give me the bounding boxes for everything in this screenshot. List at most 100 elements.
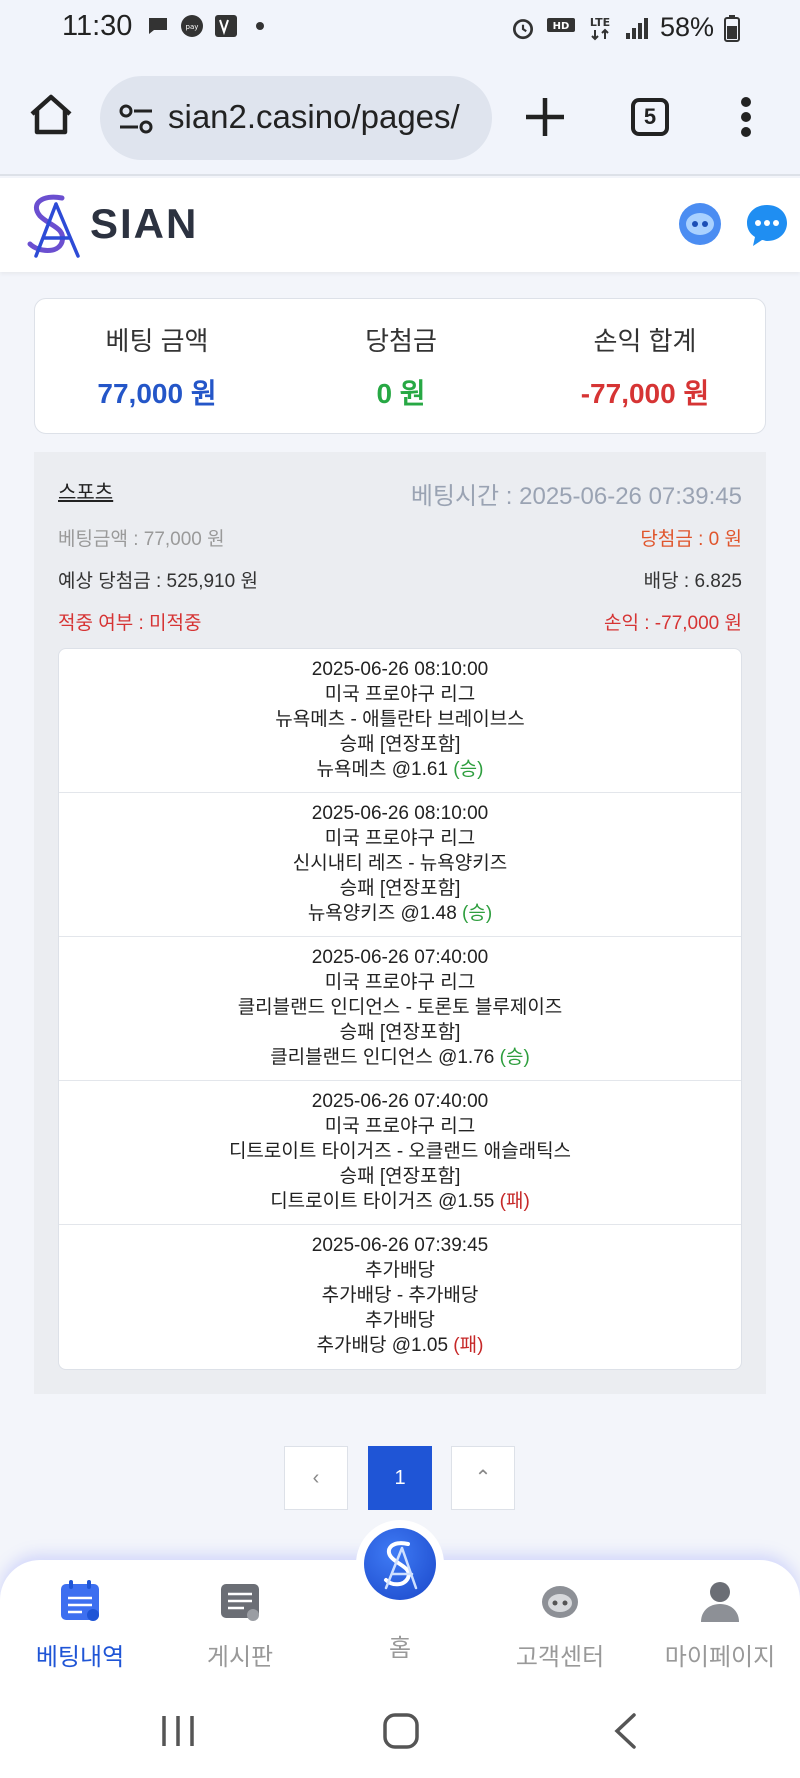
battery-percent: 58% (659, 12, 714, 42)
game-league: 추가배당 (365, 1260, 435, 1281)
bet-time: 베팅시간 : 2025-06-26 07:39:45 (410, 483, 742, 510)
game-league: 미국 프로야구 리그 (324, 828, 476, 849)
game-market: 승패 [연장포함] (339, 734, 461, 755)
summary-win-label: 당첨금 (365, 326, 437, 356)
game-pick: 뉴욕메츠 @1.61 (316, 759, 454, 780)
game-match: 신시내티 레즈 - 뉴욕양키즈 (292, 853, 508, 874)
system-home-icon[interactable] (382, 1712, 420, 1750)
bet-amount-row: 베팅금액 : 77,000 원 당첨금 : 0 원 (58, 524, 742, 550)
recent-apps-icon[interactable] (158, 1714, 198, 1748)
summary-bet-value: 77,000 원 (97, 378, 217, 409)
game-pick-line: 클리블랜드 인디언스 @1.76 (승) (59, 1045, 741, 1070)
bet-odds: 배당 : 6.825 (643, 571, 742, 592)
bet-header-row: 스포츠 베팅시간 : 2025-06-26 07:39:45 (58, 476, 742, 510)
tab-switcher-button[interactable]: 5 (631, 98, 669, 136)
bet-profit-loss: 손익 : -77,000 원 (604, 613, 742, 634)
system-navigation-bar (0, 1684, 800, 1778)
pay-icon: pay (181, 15, 203, 37)
calendar-icon (61, 1580, 99, 1621)
lte-icon: LTE (590, 16, 610, 40)
nav-bet-history[interactable]: 베팅내역 (20, 1578, 140, 1672)
game-item: 2025-06-26 07:40:00 미국 프로야구 리그 클리블랜드 인디언… (59, 937, 741, 1081)
pagination-prev-button[interactable]: ‹ (284, 1446, 348, 1510)
game-list: 2025-06-26 08:10:00 미국 프로야구 리그 뉴욕메츠 - 애틀… (58, 648, 742, 1370)
nav-customer-center[interactable]: 고객센터 (500, 1578, 620, 1672)
game-pick: 뉴욕양키즈 @1.48 (307, 903, 463, 924)
game-pick: 클리블랜드 인디언스 @1.76 (270, 1047, 500, 1068)
message-icon (149, 18, 167, 34)
nav-mypage-label: 마이페이지 (664, 1644, 776, 1671)
status-system-icons: HD LTE 58% (510, 12, 740, 43)
brand-name[interactable]: SIAN (90, 200, 198, 248)
bet-amount: 베팅금액 : 77,000 원 (58, 529, 225, 550)
bet-category[interactable]: 스포츠 (58, 476, 113, 505)
bet-hit-status: 적중 여부 : 미적중 (58, 613, 202, 634)
support-bot-icon (542, 1586, 578, 1618)
browser-toolbar: sian2.casino/pages/ 5 (0, 58, 800, 176)
summary-pl-value: -77,000 원 (580, 378, 710, 409)
game-result: (패) (499, 1191, 530, 1212)
nav-home[interactable]: 홈 (340, 1620, 460, 1663)
back-icon[interactable] (612, 1712, 638, 1750)
summary-profit-loss: 손익 합계 -77,000 원 (523, 321, 767, 412)
game-league: 미국 프로야구 리그 (324, 972, 476, 993)
game-match: 클리블랜드 인디언스 - 토론토 블루제이즈 (237, 997, 563, 1018)
game-item: 2025-06-26 08:10:00 미국 프로야구 리그 신시내티 레즈 -… (59, 793, 741, 937)
svg-text:HD: HD (553, 21, 570, 32)
summary-pl-label: 손익 합계 (593, 326, 697, 356)
sian-home-icon (384, 1541, 418, 1590)
game-market: 승패 [연장포함] (339, 1166, 461, 1187)
bet-win-amount: 당첨금 : 0 원 (640, 529, 742, 550)
battery-icon (724, 14, 740, 42)
alarm-icon (512, 18, 533, 39)
app-notification-icon (215, 15, 237, 37)
home-fab-button[interactable] (356, 1520, 444, 1608)
home-icon[interactable] (26, 90, 76, 140)
nav-board[interactable]: 게시판 (180, 1578, 300, 1672)
site-settings-icon[interactable] (118, 102, 154, 136)
nav-home-label: 홈 (388, 1635, 412, 1662)
game-item: 2025-06-26 07:39:45 추가배당 추가배당 - 추가배당 추가배… (59, 1225, 741, 1369)
game-pick-line: 뉴욕양키즈 @1.48 (승) (59, 901, 741, 926)
bet-expected-row: 예상 당첨금 : 525,910 원 배당 : 6.825 (58, 566, 742, 592)
summary-winnings: 당첨금 0 원 (279, 321, 523, 412)
game-match: 추가배당 - 추가배당 (321, 1285, 479, 1306)
game-result: (승) (462, 903, 493, 924)
game-market: 승패 [연장포함] (339, 878, 461, 899)
nav-mypage[interactable]: 마이페이지 (660, 1578, 780, 1672)
chatbot-icon[interactable] (676, 200, 724, 248)
game-time: 2025-06-26 08:10:00 (311, 803, 489, 824)
pagination-page-1[interactable]: 1 (368, 1446, 432, 1510)
site-header: SIAN (0, 178, 800, 272)
game-pick-line: 추가배당 @1.05 (패) (59, 1333, 741, 1358)
dot-icon (256, 22, 264, 30)
svg-text:LTE: LTE (590, 16, 610, 29)
game-time: 2025-06-26 07:40:00 (311, 947, 489, 968)
status-bar: 11:30 pay HD LTE 58% (0, 0, 800, 58)
game-market: 승패 [연장포함] (339, 1022, 461, 1043)
user-icon (701, 1582, 739, 1622)
new-tab-icon[interactable] (522, 94, 568, 140)
url-text[interactable]: sian2.casino/pages/ (168, 98, 460, 136)
game-time: 2025-06-26 08:10:00 (311, 659, 489, 680)
game-item: 2025-06-26 07:40:00 미국 프로야구 리그 디트로이트 타이거… (59, 1081, 741, 1225)
game-result: (패) (453, 1335, 484, 1356)
bet-expected-win: 예상 당첨금 : 525,910 원 (58, 571, 258, 592)
signal-icon (625, 17, 648, 39)
address-bar[interactable]: sian2.casino/pages/ (100, 76, 492, 160)
scroll-top-button[interactable]: ⌃ (451, 1446, 515, 1510)
hd-voice-icon: HD (546, 17, 575, 32)
more-menu-icon[interactable] (740, 96, 752, 138)
nav-customer-center-label: 고객센터 (515, 1644, 605, 1671)
nav-bet-history-label: 베팅내역 (35, 1644, 125, 1671)
game-result: (승) (453, 759, 484, 780)
summary-bet-amount: 베팅 금액 77,000 원 (35, 321, 279, 412)
summary-bet-label: 베팅 금액 (105, 326, 209, 356)
game-market: 추가배당 (365, 1310, 435, 1331)
svg-text:pay: pay (186, 23, 199, 31)
game-item: 2025-06-26 08:10:00 미국 프로야구 리그 뉴욕메츠 - 애틀… (59, 649, 741, 793)
sian-logo-icon[interactable] (22, 190, 86, 260)
game-league: 미국 프로야구 리그 (324, 1116, 476, 1137)
game-match: 디트로이트 타이거즈 - 오클랜드 애슬래틱스 (228, 1141, 572, 1162)
chat-bubble-icon[interactable] (744, 202, 790, 248)
